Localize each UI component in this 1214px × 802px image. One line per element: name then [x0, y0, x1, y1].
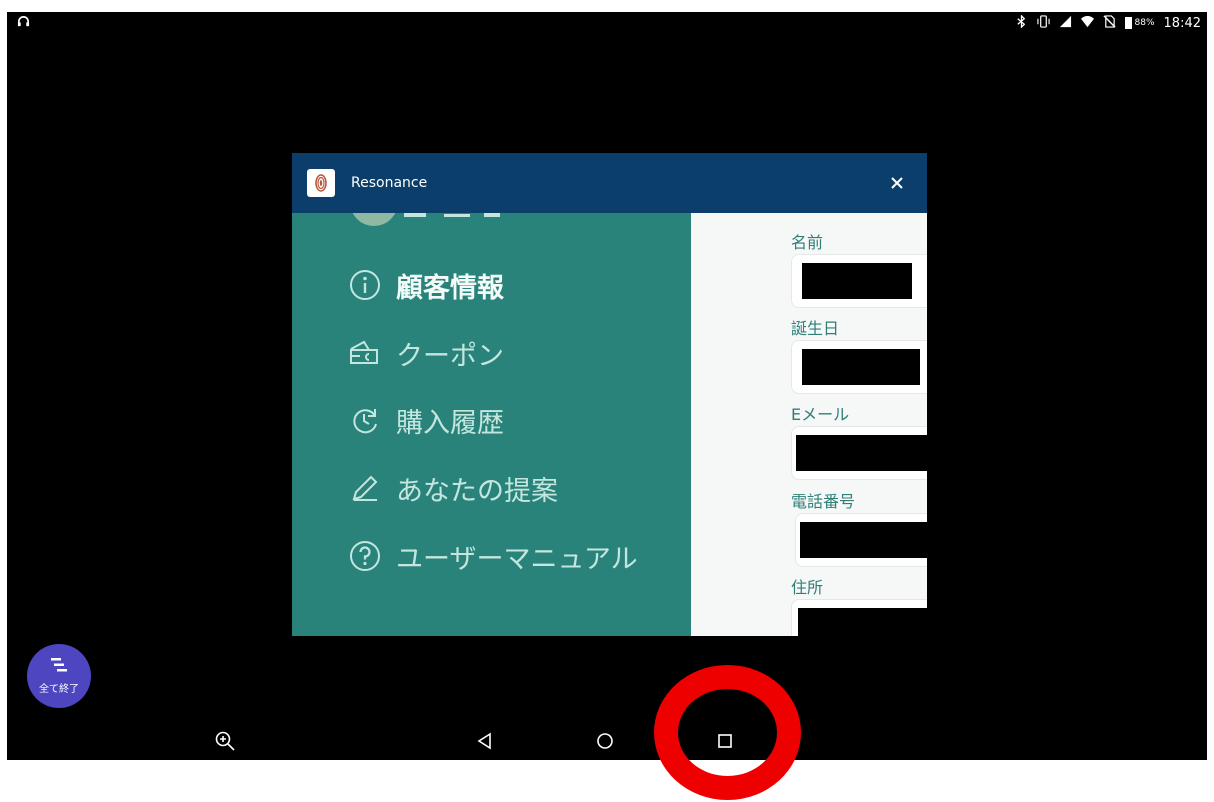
field-label-phone: 電話番号	[791, 492, 856, 511]
name-value: ■■■■	[802, 263, 912, 299]
resonance-logo-icon	[307, 169, 335, 197]
side-menu: 顧客情報 クーポン 購入履歴 あなたの提案 ユーザーマニュアル	[292, 213, 691, 636]
wifi-icon	[1080, 15, 1094, 31]
menu-header-partial	[404, 213, 500, 217]
vibrate-icon	[1036, 15, 1050, 31]
menu-item-user-manual[interactable]: ユーザーマニュアル	[348, 536, 638, 576]
battery-indicator: 88%	[1124, 17, 1155, 29]
menu-item-label: ユーザーマニュアル	[396, 543, 638, 575]
menu-item-label: あなたの提案	[396, 475, 558, 507]
clear-all-icon	[51, 658, 67, 672]
pencil-icon	[348, 471, 382, 505]
close-button[interactable]	[881, 167, 913, 199]
device-screen: 88% 18:42 Resonance 顧客情報 クーポン 購入履歴 あなたの提…	[7, 12, 1207, 760]
name-field[interactable]: ■■■■	[791, 254, 927, 308]
email-field[interactable]: ■■■■	[791, 426, 927, 480]
birthday-value: ■■■■	[802, 349, 920, 385]
zoom-in-button[interactable]	[213, 729, 237, 753]
menu-item-coupon[interactable]: クーポン	[348, 333, 504, 373]
phone-field[interactable]: ■■■■	[795, 513, 927, 567]
end-all-button[interactable]: 全て終了	[27, 644, 91, 708]
field-label-birthday: 誕生日	[791, 319, 840, 338]
field-label-name: 名前	[791, 233, 824, 252]
email-value: ■■■■	[796, 435, 927, 471]
phone-value: ■■■■	[800, 522, 927, 558]
help-icon	[348, 539, 382, 573]
battery-level: 88%	[1134, 18, 1155, 28]
menu-item-label: クーポン	[396, 340, 504, 372]
end-all-label: 全て終了	[39, 684, 79, 695]
app-window: Resonance 顧客情報 クーポン 購入履歴 あなたの提案 ユーザーマニュア…	[292, 153, 927, 636]
back-icon	[477, 732, 491, 750]
bluetooth-icon	[1015, 15, 1028, 31]
window-titlebar: Resonance	[292, 153, 927, 213]
menu-item-suggestions[interactable]: あなたの提案	[348, 468, 558, 508]
back-button[interactable]	[473, 729, 497, 753]
no-sim-icon	[1102, 15, 1116, 31]
coupon-icon	[348, 336, 382, 370]
menu-item-label: 購入履歴	[396, 407, 504, 439]
field-label-email: Eメール	[791, 405, 850, 424]
home-button[interactable]	[593, 729, 617, 753]
menu-item-label: 顧客情報	[396, 272, 504, 304]
field-label-address: 住所	[791, 578, 824, 597]
window-title: Resonance	[351, 175, 428, 191]
avatar	[350, 213, 398, 226]
address-field[interactable]: ■■■■	[791, 599, 927, 636]
home-icon	[597, 733, 613, 749]
info-icon	[348, 268, 382, 302]
highlight-circle	[654, 665, 801, 800]
close-icon	[891, 177, 903, 189]
birthday-field[interactable]: ■■■■	[791, 340, 927, 394]
customer-info-form: 名前 ■■■■ 誕生日 ■■■■ Eメール ■■■■ 電話番号 ■■■■ 住所 …	[691, 213, 927, 636]
menu-item-purchase-history[interactable]: 購入履歴	[348, 400, 504, 440]
menu-item-customer-info[interactable]: 顧客情報	[348, 265, 504, 305]
history-icon	[348, 403, 382, 437]
signal-icon	[1059, 15, 1072, 31]
status-time: 18:42	[1163, 15, 1201, 31]
zoom-in-icon	[215, 731, 235, 751]
battery-icon	[1124, 17, 1132, 29]
status-bar: 88% 18:42	[7, 12, 1207, 34]
address-value: ■■■■	[798, 608, 927, 636]
headphones-icon	[17, 15, 30, 31]
